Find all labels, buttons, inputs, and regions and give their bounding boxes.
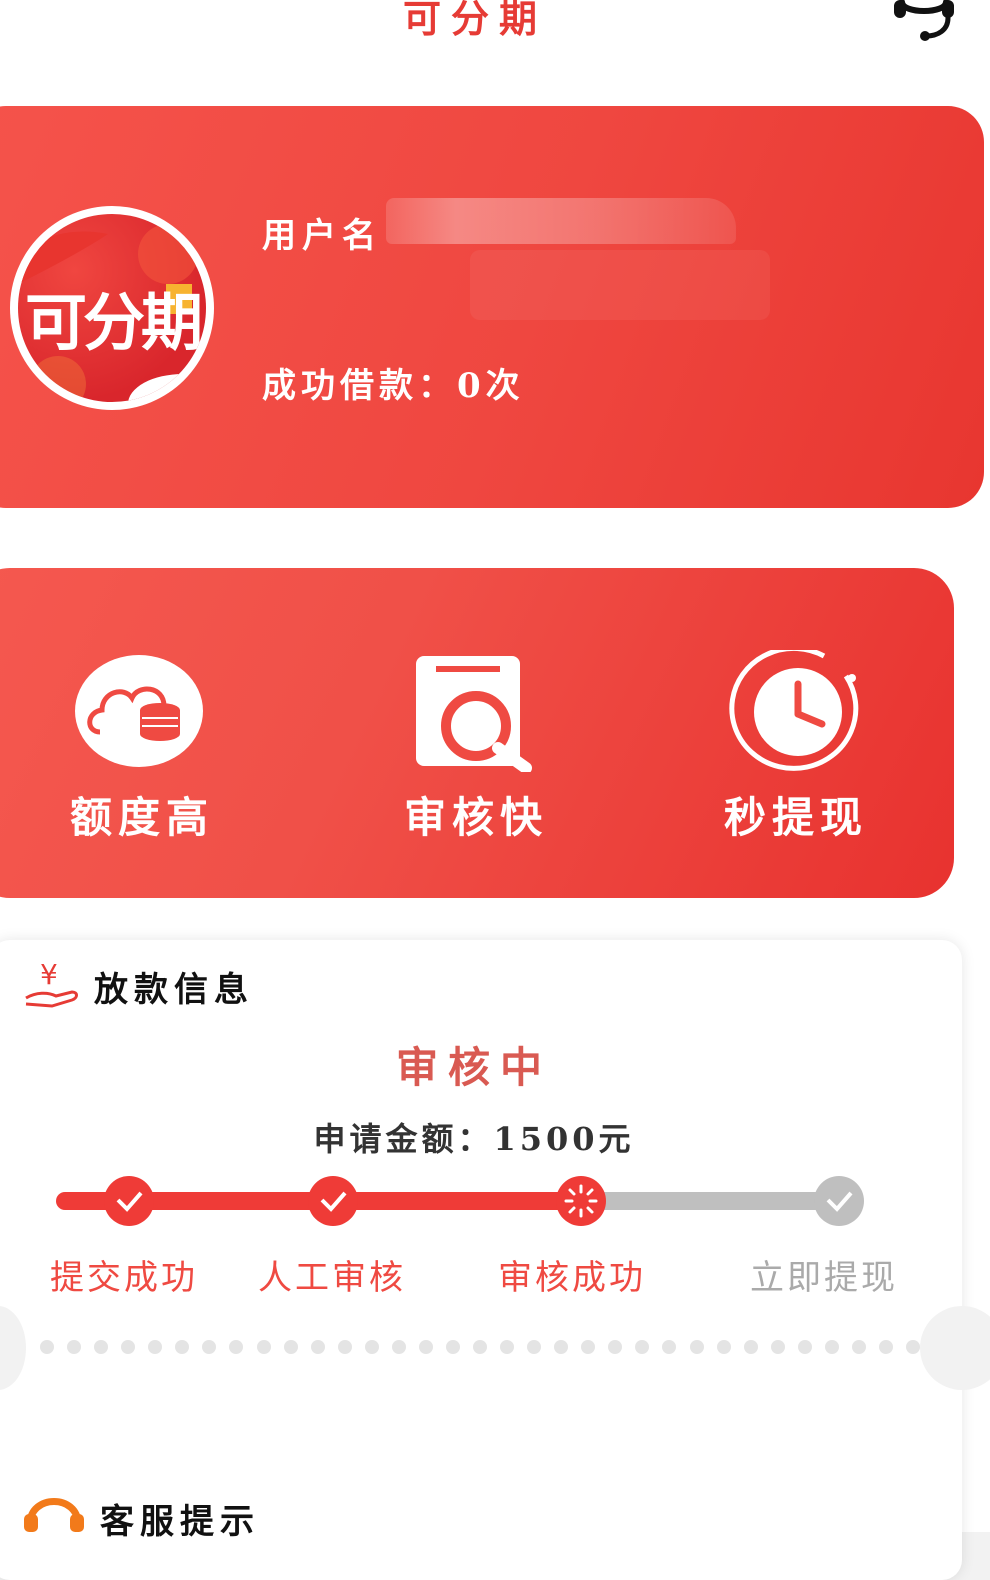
progress-track-pending bbox=[580, 1192, 850, 1210]
step-check-icon bbox=[308, 1176, 358, 1226]
service-title: 客服提示 bbox=[100, 1502, 260, 1542]
yen-hand-icon: ¥ bbox=[25, 958, 78, 1008]
step-label-approved: 审核成功 bbox=[498, 1258, 646, 1298]
step-pending-icon bbox=[814, 1176, 864, 1226]
cloud-coins-icon bbox=[75, 655, 203, 767]
avatar[interactable]: 可分期 bbox=[10, 206, 214, 410]
loan-info-title: 放款信息 bbox=[94, 970, 254, 1010]
review-status: 审核中 bbox=[395, 1043, 552, 1092]
step-label-manual-review: 人工审核 bbox=[258, 1258, 406, 1298]
username-redacted-shadow bbox=[470, 250, 770, 320]
step-label-withdraw[interactable]: 立即提现 bbox=[750, 1250, 898, 1299]
step-check-icon bbox=[104, 1176, 154, 1226]
clock-icon bbox=[729, 650, 859, 771]
apply-amount: 申请金额：1500元 bbox=[313, 1120, 635, 1158]
avatar-logo: 可分期 bbox=[18, 214, 206, 402]
step-label-submitted: 提交成功 bbox=[50, 1258, 198, 1298]
step-loading-icon bbox=[556, 1176, 606, 1226]
feature-label-limit: 额度高 bbox=[70, 793, 215, 842]
avatar-text: 可分期 bbox=[24, 286, 203, 359]
app-title: 可分期 bbox=[402, 0, 547, 41]
headset-icon[interactable] bbox=[892, 0, 956, 42]
username-redacted bbox=[386, 198, 736, 244]
document-search-icon bbox=[416, 656, 532, 772]
feature-label-review: 审核快 bbox=[404, 793, 549, 842]
loan-count: 成功借款：0次 bbox=[262, 366, 525, 406]
svg-text:¥: ¥ bbox=[40, 958, 58, 991]
headphones-icon bbox=[24, 1498, 84, 1532]
username-label: 用户名 bbox=[262, 216, 382, 256]
ticket-divider bbox=[40, 1340, 920, 1356]
feature-label-withdraw: 秒提现 bbox=[724, 793, 869, 842]
